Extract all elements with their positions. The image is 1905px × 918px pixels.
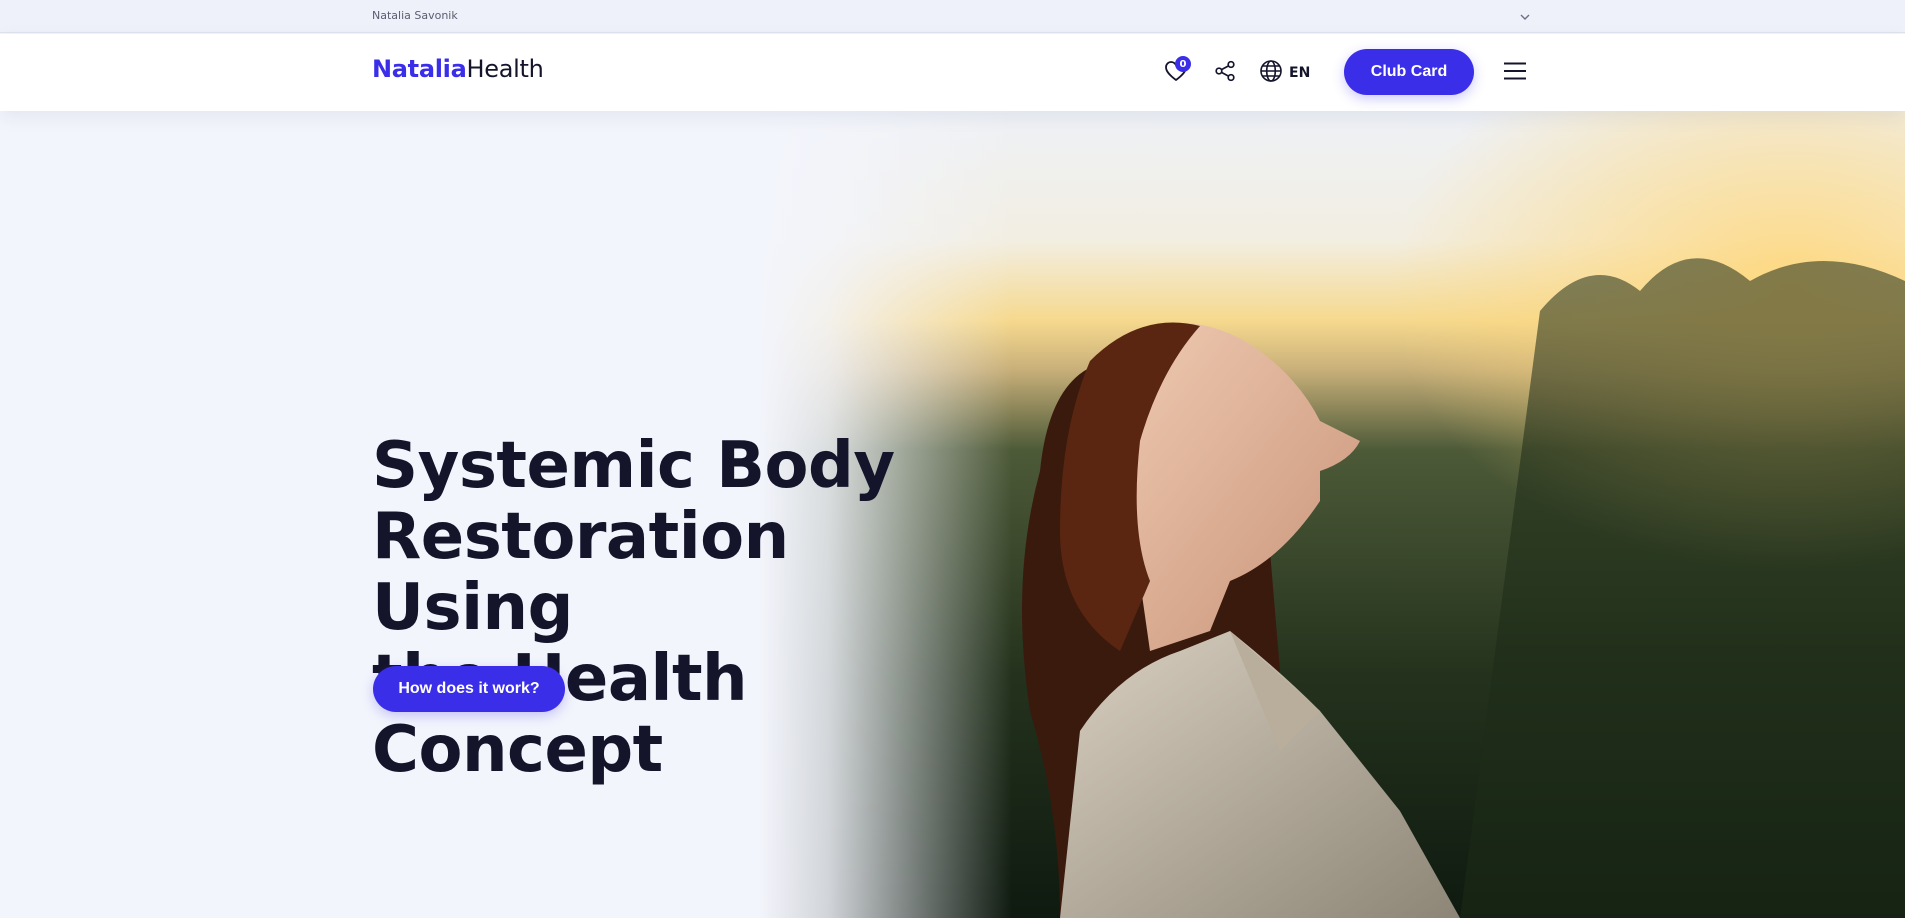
hero-title-line-3: the Health Concept: [372, 642, 748, 787]
wishlist-button[interactable]: 0: [1161, 56, 1191, 88]
hero-section: Systemic Body Restoration Using the Heal…: [0, 111, 1905, 918]
logo-suffix: Health: [466, 55, 544, 83]
site-header: NataliaHealth 0 EN Club Card: [0, 34, 1905, 111]
site-logo[interactable]: NataliaHealth: [372, 55, 544, 83]
wishlist-count-badge: 0: [1175, 56, 1191, 72]
hamburger-menu-icon: [1503, 61, 1527, 85]
how-does-it-work-button[interactable]: How does it work?: [373, 666, 565, 712]
club-card-button[interactable]: Club Card: [1344, 49, 1474, 95]
owner-name: Natalia Savonik: [372, 9, 458, 22]
hero-title-line-1: Systemic Body: [372, 429, 895, 503]
language-label: EN: [1289, 65, 1311, 81]
hero-title: Systemic Body Restoration Using the Heal…: [372, 431, 992, 786]
share-icon: [1214, 60, 1236, 86]
logo-brand: Natalia: [372, 55, 467, 83]
language-selector[interactable]: EN: [1259, 58, 1310, 88]
top-bar: Natalia Savonik: [0, 0, 1905, 33]
menu-button[interactable]: [1500, 58, 1530, 88]
share-button[interactable]: [1210, 58, 1240, 88]
globe-icon: [1259, 59, 1283, 87]
chevron-down-icon[interactable]: [1518, 9, 1532, 23]
hero-title-line-2: Restoration Using: [372, 500, 789, 645]
